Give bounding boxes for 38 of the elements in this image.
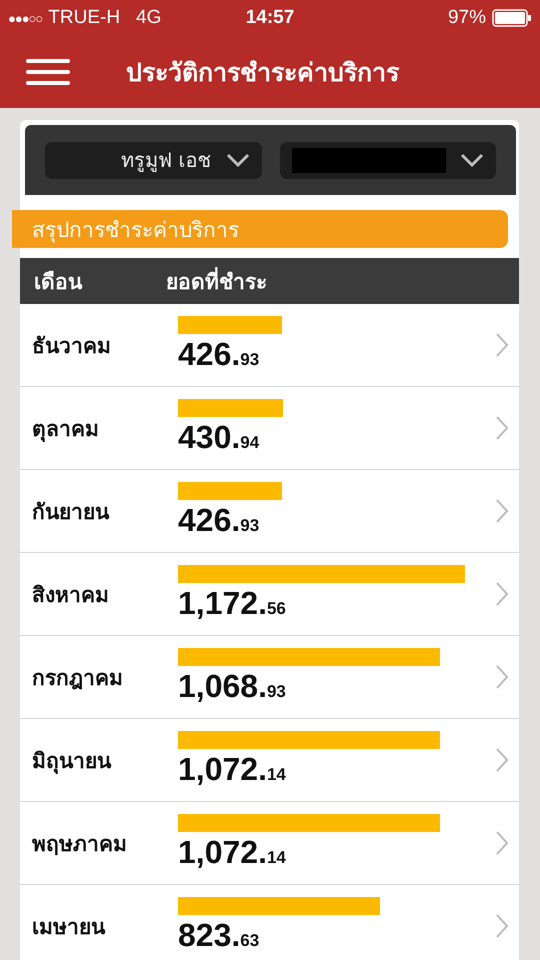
amount-text: 1,068.93 bbox=[178, 670, 287, 702]
month-label: สิงหาคม bbox=[31, 582, 110, 608]
amount-text: 426.93 bbox=[178, 504, 260, 536]
amount-text: 823.63 bbox=[178, 919, 260, 951]
battery-percent: 97% bbox=[448, 7, 486, 29]
month-label: กรกฎาคม bbox=[31, 664, 124, 692]
clock-time: 14:57 bbox=[244, 7, 296, 29]
amount-text: 426.93 bbox=[178, 338, 260, 370]
amount-text: 1,072.14 bbox=[178, 836, 287, 868]
month-label: พฤษภาคม bbox=[31, 830, 128, 858]
month-label: มิถุนายน bbox=[31, 748, 112, 776]
amount-text: 430.94 bbox=[178, 421, 260, 453]
amount-text: 1,172.56 bbox=[178, 587, 287, 619]
month-label: กันยายน bbox=[31, 498, 110, 526]
month-label: ตุลาคม bbox=[31, 416, 100, 444]
column-header: เดือน bbox=[33, 268, 84, 296]
amount-text: 1,072.14 bbox=[178, 753, 287, 785]
chevron-down-icon bbox=[226, 153, 250, 167]
menu-icon[interactable] bbox=[26, 59, 70, 85]
chevron-right-icon bbox=[495, 415, 509, 441]
chevron-right-icon bbox=[495, 332, 509, 358]
signal-strength: ●●●○○ bbox=[8, 10, 42, 26]
carrier-name: TRUE-H bbox=[48, 7, 120, 29]
section-banner: สรุปการชำระค่าบริการ bbox=[12, 210, 508, 248]
chevron-right-icon bbox=[495, 747, 509, 773]
month-label: ธันวาคม bbox=[31, 332, 112, 360]
page-title: ประวัติการชำระค่าบริการ bbox=[126, 57, 399, 89]
chevron-down-icon bbox=[460, 153, 484, 167]
column-header: ยอดที่ชำระ bbox=[166, 264, 267, 298]
month-label: เมษายน bbox=[31, 914, 106, 940]
network-type: 4G bbox=[136, 7, 162, 29]
chevron-right-icon bbox=[495, 581, 509, 607]
dropdown[interactable]: ทรูมูฟ เอช bbox=[45, 142, 262, 178]
chevron-right-icon bbox=[495, 913, 509, 939]
battery-icon bbox=[492, 9, 532, 27]
chevron-right-icon bbox=[495, 830, 509, 856]
chevron-right-icon bbox=[495, 664, 509, 690]
chevron-right-icon bbox=[495, 498, 509, 524]
